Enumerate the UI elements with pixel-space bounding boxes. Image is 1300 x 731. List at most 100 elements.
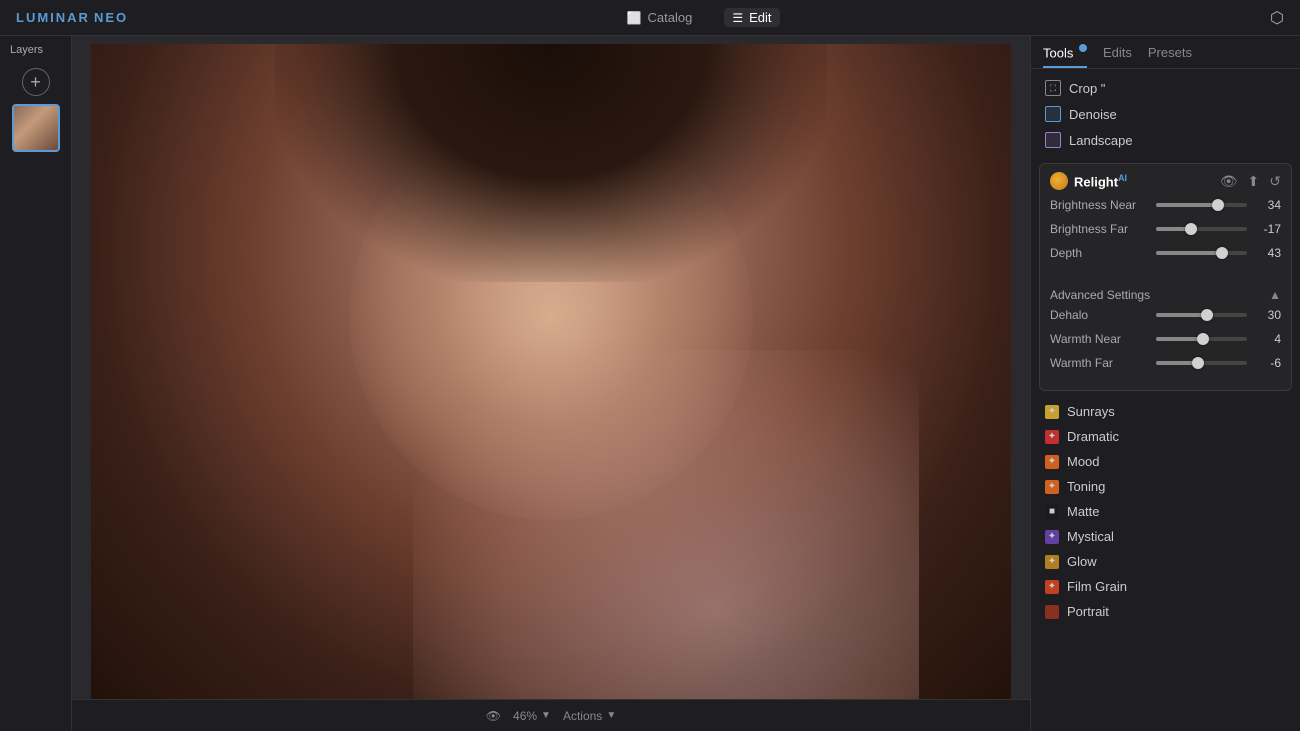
portrait-icon [1045, 605, 1059, 619]
reset-icon[interactable]: ↺ [1269, 173, 1281, 190]
matte-icon: ■ [1045, 505, 1059, 519]
mystical-icon: ✦ [1045, 530, 1059, 544]
photo-container [91, 44, 1011, 724]
photo-image [91, 44, 1011, 724]
visibility-toggle[interactable]: 👁 [486, 709, 501, 723]
warmth-near-track[interactable] [1156, 337, 1247, 341]
denoise-icon [1045, 106, 1061, 122]
depth-label: Depth [1050, 246, 1150, 260]
zoom-chevron-icon: ▼ [541, 710, 551, 721]
depth-fill [1156, 251, 1222, 255]
app-logo: LUMINARNEO [16, 10, 128, 25]
list-item-film-grain[interactable]: ✦ Film Grain [1031, 574, 1300, 599]
warmth-far-thumb[interactable] [1192, 357, 1204, 369]
warmth-near-row: Warmth Near 4 [1050, 332, 1281, 346]
tool-item-crop[interactable]: ⛶ Crop " [1031, 75, 1300, 101]
relight-sliders: Brightness Near 34 Brightness Far -17 [1040, 198, 1291, 280]
brightness-far-track[interactable] [1156, 227, 1247, 231]
bottombar: 👁 46% ▼ Actions ▼ [72, 699, 1030, 731]
depth-row: Depth 43 [1050, 246, 1281, 260]
tool-items-list: ⛶ Crop " Denoise Landscape [1031, 69, 1300, 159]
brightness-far-thumb[interactable] [1185, 223, 1197, 235]
actions-menu[interactable]: Actions ▼ [563, 709, 616, 723]
relight-icon [1050, 172, 1068, 190]
compare-icon[interactable]: ⬆ [1248, 173, 1260, 190]
tools-tabs: Tools Edits Presets [1031, 36, 1300, 69]
list-item-matte[interactable]: ■ Matte [1031, 499, 1300, 524]
share-icon[interactable]: ⬡ [1270, 8, 1284, 28]
right-panel: Tools Edits Presets ⛶ Crop " Denoise La [1030, 36, 1300, 731]
brightness-near-thumb[interactable] [1212, 199, 1224, 211]
dehalo-value: 30 [1253, 308, 1281, 322]
tools-badge [1079, 44, 1087, 52]
photo-overlay [413, 350, 919, 724]
actions-chevron-icon: ▼ [606, 710, 616, 721]
eye-icon: 👁 [486, 709, 501, 723]
advanced-sliders: Dehalo 30 Warmth Near 4 [1040, 308, 1291, 390]
brightness-near-track[interactable] [1156, 203, 1247, 207]
dehalo-row: Dehalo 30 [1050, 308, 1281, 322]
warmth-far-row: Warmth Far -6 [1050, 356, 1281, 370]
actions-label: Actions [563, 709, 602, 723]
catalog-icon: ⬜ [627, 11, 642, 25]
tab-edits[interactable]: Edits [1103, 45, 1132, 68]
list-item-toning[interactable]: ✦ Toning [1031, 474, 1300, 499]
brightness-near-fill [1156, 203, 1218, 207]
relight-panel: RelightAI 👁 ⬆ ↺ Brightness Near 34 [1039, 163, 1292, 391]
list-item-portrait[interactable]: Portrait [1031, 599, 1300, 624]
advanced-chevron-icon[interactable]: ▲ [1269, 288, 1281, 302]
dehalo-track[interactable] [1156, 313, 1247, 317]
warmth-near-fill [1156, 337, 1203, 341]
brightness-near-label: Brightness Near [1050, 198, 1150, 212]
dehalo-fill [1156, 313, 1207, 317]
ai-badge: AI [1118, 173, 1127, 183]
depth-track[interactable] [1156, 251, 1247, 255]
sunrays-icon: ✦ [1045, 405, 1059, 419]
advanced-settings-title: Advanced Settings [1050, 288, 1150, 302]
edit-icon: ☰ [732, 11, 743, 25]
list-item-mystical[interactable]: ✦ Mystical [1031, 524, 1300, 549]
add-layer-button[interactable]: + [22, 68, 50, 96]
warmth-far-value: -6 [1253, 356, 1281, 370]
layers-panel: Layers + [0, 36, 72, 731]
tool-item-landscape[interactable]: Landscape [1031, 127, 1300, 153]
tab-presets[interactable]: Presets [1148, 45, 1192, 68]
warmth-near-thumb[interactable] [1197, 333, 1209, 345]
relight-header-actions: 👁 ⬆ ↺ [1220, 173, 1281, 190]
warmth-near-value: 4 [1253, 332, 1281, 346]
depth-thumb[interactable] [1216, 247, 1228, 259]
tab-catalog[interactable]: ⬜ Catalog [619, 8, 701, 27]
topbar: LUMINARNEO ⬜ Catalog ☰ Edit ⬡ [0, 0, 1300, 36]
list-item-mood[interactable]: ✦ Mood [1031, 449, 1300, 474]
tab-edit[interactable]: ☰ Edit [724, 8, 779, 27]
list-item-glow[interactable]: ✦ Glow [1031, 549, 1300, 574]
landscape-icon [1045, 132, 1061, 148]
list-item-sunrays[interactable]: ✦ Sunrays [1031, 399, 1300, 424]
tool-item-denoise[interactable]: Denoise [1031, 101, 1300, 127]
dramatic-icon: ✦ [1045, 430, 1059, 444]
depth-value: 43 [1253, 246, 1281, 260]
relight-title: RelightAI [1074, 173, 1214, 189]
warmth-near-label: Warmth Near [1050, 332, 1150, 346]
effects-list: ✦ Sunrays ✦ Dramatic ✦ Mood ✦ Toning ■ M… [1031, 395, 1300, 731]
relight-header: RelightAI 👁 ⬆ ↺ [1040, 164, 1291, 198]
warmth-far-track[interactable] [1156, 361, 1247, 365]
topbar-tabs: ⬜ Catalog ☰ Edit [619, 8, 780, 27]
main-layout: Layers + 👁 46% ▼ Actions ▼ [0, 36, 1300, 731]
topbar-right: ⬡ [1270, 8, 1284, 28]
glow-icon: ✦ [1045, 555, 1059, 569]
layer-thumbnail[interactable] [12, 104, 60, 152]
film-grain-icon: ✦ [1045, 580, 1059, 594]
dehalo-thumb[interactable] [1201, 309, 1213, 321]
warmth-far-label: Warmth Far [1050, 356, 1150, 370]
list-item-dramatic[interactable]: ✦ Dramatic [1031, 424, 1300, 449]
toning-icon: ✦ [1045, 480, 1059, 494]
brightness-far-label: Brightness Far [1050, 222, 1150, 236]
tab-tools[interactable]: Tools [1043, 44, 1087, 68]
canvas-area: 👁 46% ▼ Actions ▼ [72, 36, 1030, 731]
brightness-near-value: 34 [1253, 198, 1281, 212]
brightness-near-row: Brightness Near 34 [1050, 198, 1281, 212]
zoom-control[interactable]: 46% ▼ [513, 709, 551, 723]
brightness-far-value: -17 [1253, 222, 1281, 236]
visibility-icon[interactable]: 👁 [1220, 173, 1238, 190]
